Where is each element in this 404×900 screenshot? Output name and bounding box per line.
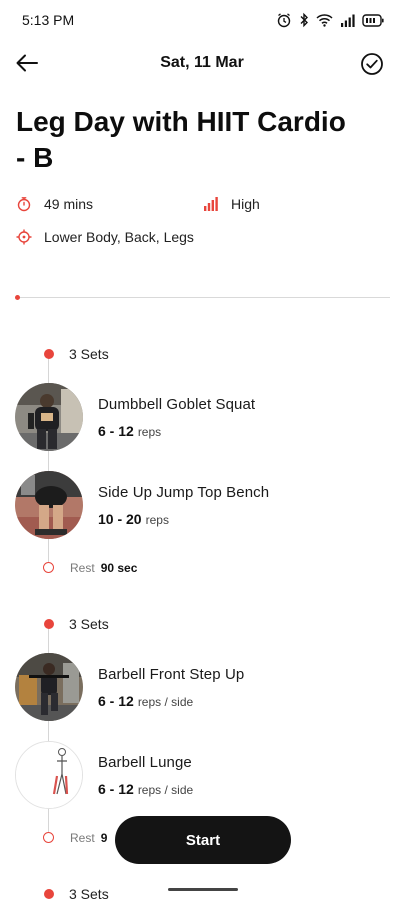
- complete-button[interactable]: [358, 50, 386, 78]
- alarm-icon: [277, 13, 291, 28]
- rest-row: Rest 9: [70, 831, 107, 845]
- duration-value: 49 mins: [44, 196, 94, 212]
- reps-range: 10 - 20: [98, 511, 142, 527]
- rest-value: 9: [100, 831, 108, 845]
- exercise-reps: 6 - 12 reps / side: [98, 693, 193, 709]
- focus-value: Lower Body, Back, Legs: [44, 229, 194, 245]
- workout-progress-marker: [15, 295, 20, 300]
- status-bar: 5:13 PM: [0, 0, 404, 40]
- reps-unit: reps / side: [137, 695, 194, 709]
- exercise-name[interactable]: Barbell Lunge: [98, 754, 192, 771]
- workout-progress-track: [16, 297, 390, 298]
- workout-date: Sat, 11 Mar: [160, 54, 244, 71]
- set-marker: [44, 889, 54, 899]
- exercise-thumbnail[interactable]: [15, 741, 83, 809]
- exercise-reps: 6 - 12 reps: [98, 423, 161, 439]
- exercise-thumbnail[interactable]: [15, 471, 83, 539]
- exercise-thumbnail[interactable]: [15, 653, 83, 721]
- workout-title: Leg Day with HIIT Cardio - B: [16, 106, 346, 173]
- check-circle-icon: [361, 53, 383, 75]
- stopwatch-icon: [16, 196, 32, 212]
- rest-label: Rest: [70, 561, 95, 575]
- bluetooth-icon: [300, 12, 308, 28]
- reps-unit: reps: [145, 513, 169, 527]
- reps-unit: reps: [137, 425, 162, 439]
- rest-marker: [43, 562, 54, 573]
- start-button[interactable]: Start: [115, 816, 291, 864]
- signal-icon: [341, 14, 355, 27]
- set-marker: [44, 349, 54, 359]
- exercise-thumbnail[interactable]: [15, 383, 83, 451]
- sets-label: 3 Sets: [69, 346, 109, 362]
- exercise-reps: 6 - 12 reps / side: [98, 781, 193, 797]
- reps-range: 6 - 12: [98, 781, 134, 797]
- intensity-row: High: [203, 196, 260, 212]
- rest-value: 90 sec: [100, 561, 138, 575]
- exercise-name[interactable]: Barbell Front Step Up: [98, 666, 244, 683]
- top-bar: Sat, 11 Mar: [0, 44, 404, 84]
- set-marker: [44, 619, 54, 629]
- reps-unit: reps / side: [137, 783, 194, 797]
- sets-label: 3 Sets: [69, 886, 109, 900]
- target-icon: [16, 229, 32, 245]
- rest-label: Rest: [70, 831, 95, 845]
- status-icons: [276, 12, 384, 28]
- rest-marker: [43, 832, 54, 843]
- status-time: 5:13 PM: [22, 12, 75, 28]
- rest-row: Rest 90 sec: [70, 561, 137, 575]
- home-indicator: [168, 888, 238, 891]
- battery-icon: [362, 13, 384, 27]
- reps-range: 6 - 12: [98, 423, 134, 439]
- exercise-name[interactable]: Dumbbell Goblet Squat: [98, 396, 255, 413]
- wifi-icon: [316, 14, 333, 27]
- sets-label: 3 Sets: [69, 616, 109, 632]
- duration-row: 49 mins: [16, 196, 93, 212]
- exercise-reps: 10 - 20 reps: [98, 511, 169, 527]
- focus-row: Lower Body, Back, Legs: [16, 229, 194, 245]
- reps-range: 6 - 12: [98, 693, 134, 709]
- intensity-value: High: [231, 196, 260, 212]
- exercise-name[interactable]: Side Up Jump Top Bench: [98, 484, 269, 501]
- intensity-bars-icon: [203, 196, 219, 212]
